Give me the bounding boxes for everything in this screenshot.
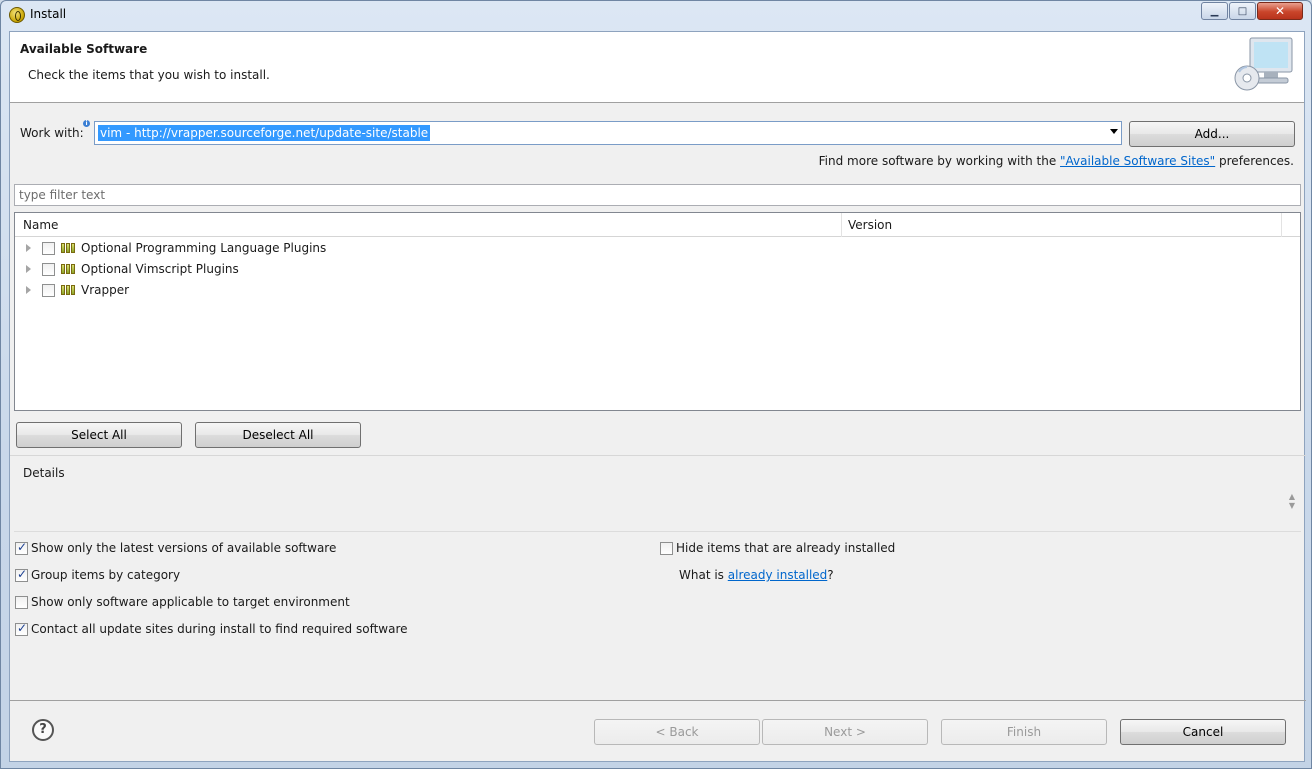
target-environment-label[interactable]: Show only software applicable to target … [31, 595, 350, 609]
hide-installed-label[interactable]: Hide items that are already installed [676, 541, 895, 555]
details-label: Details [23, 466, 65, 480]
column-header-version[interactable]: Version [848, 218, 892, 232]
find-more-prefix: Find more software by working with the [818, 154, 1061, 168]
category-icon [61, 264, 76, 274]
install-window: Install ▁ □ ✕ Available Software Check t… [0, 0, 1312, 769]
tree-row[interactable]: Vrapper [15, 280, 1300, 301]
contact-update-sites-checkbox[interactable] [15, 621, 28, 636]
minimize-button[interactable]: ▁ [1201, 2, 1228, 20]
page-description: Check the items that you wish to install… [28, 68, 270, 82]
find-more-suffix: preferences. [1215, 154, 1294, 168]
contact-update-sites-label[interactable]: Contact all update sites during install … [31, 622, 408, 636]
find-more-text: Find more software by working with the "… [819, 154, 1294, 168]
already-installed-suffix: ? [827, 568, 834, 582]
expand-arrow-icon[interactable] [26, 265, 31, 273]
row-label: Optional Vimscript Plugins [81, 262, 239, 276]
expand-arrow-icon[interactable] [26, 244, 31, 252]
tree-header: Name Version [15, 213, 1300, 237]
column-divider[interactable] [1281, 213, 1282, 237]
page-title: Available Software [20, 42, 148, 56]
row-label: Optional Programming Language Plugins [81, 241, 327, 255]
software-tree[interactable]: Name Version Optional Programming Langua… [14, 212, 1301, 411]
column-divider[interactable] [841, 213, 842, 237]
finish-button[interactable]: Finish [941, 719, 1107, 745]
row-checkbox[interactable] [42, 242, 55, 255]
select-all-button[interactable]: Select All [16, 422, 182, 448]
details-area: ▲ ▼ [14, 484, 1301, 532]
help-icon[interactable]: ? [32, 719, 54, 741]
window-title: Install [30, 7, 67, 21]
maximize-button[interactable]: □ [1229, 2, 1256, 20]
cancel-button[interactable]: Cancel [1120, 719, 1286, 745]
work-with-label: Work with: [20, 126, 84, 140]
wizard-header: Available Software Check the items that … [10, 32, 1304, 103]
work-with-value[interactable]: vim - http://vrapper.sourceforge.net/upd… [98, 125, 431, 141]
chevron-down-icon[interactable] [1110, 129, 1118, 134]
row-checkbox[interactable] [42, 284, 55, 297]
dialog-body: Available Software Check the items that … [9, 31, 1306, 762]
footer-divider [10, 700, 1306, 701]
back-button[interactable]: < Back [594, 719, 760, 745]
close-button[interactable]: ✕ [1257, 2, 1303, 20]
row-label: Vrapper [81, 283, 130, 297]
latest-versions-label[interactable]: Show only the latest versions of availab… [31, 541, 336, 555]
row-checkbox[interactable] [42, 263, 55, 276]
category-icon [61, 243, 76, 253]
hide-installed-checkbox[interactable] [660, 542, 673, 555]
install-monitor-icon [1234, 37, 1293, 91]
title-bar[interactable]: Install ▁ □ ✕ [1, 1, 1311, 31]
filter-placeholder: type filter text [19, 188, 106, 202]
info-icon: i [83, 120, 90, 127]
available-software-sites-link[interactable]: "Available Software Sites" [1060, 154, 1215, 168]
details-scroll-arrows[interactable]: ▲ ▼ [1289, 492, 1295, 510]
details-divider [10, 455, 1306, 456]
column-header-name[interactable]: Name [23, 218, 58, 232]
tree-row[interactable]: Optional Vimscript Plugins [15, 259, 1300, 280]
group-by-category-checkbox[interactable] [15, 567, 28, 582]
latest-versions-checkbox[interactable] [15, 540, 28, 555]
already-installed-prefix: What is [679, 568, 728, 582]
category-icon [61, 285, 76, 295]
deselect-all-button[interactable]: Deselect All [195, 422, 361, 448]
expand-arrow-icon[interactable] [26, 286, 31, 294]
window-controls: ▁ □ ✕ [1201, 2, 1303, 20]
group-by-category-label[interactable]: Group items by category [31, 568, 180, 582]
work-with-combo[interactable]: vim - http://vrapper.sourceforge.net/upd… [94, 121, 1122, 145]
already-installed-text: What is already installed? [679, 568, 834, 582]
filter-input[interactable]: type filter text [14, 184, 1301, 206]
already-installed-link[interactable]: already installed [728, 568, 828, 582]
add-site-button[interactable]: Add... [1129, 121, 1295, 147]
tree-row[interactable]: Optional Programming Language Plugins [15, 238, 1300, 259]
eclipse-app-icon [9, 7, 25, 23]
target-environment-checkbox[interactable] [15, 596, 28, 609]
next-button[interactable]: Next > [762, 719, 928, 745]
